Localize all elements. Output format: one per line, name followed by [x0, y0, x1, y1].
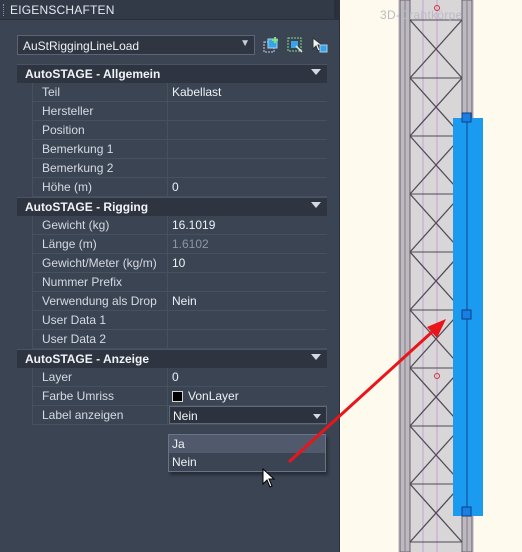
property-row-laenge[interactable]: Länge (m) 1.6102 — [17, 235, 327, 254]
visual-style-label[interactable]: 3D-Drahtkörper — [380, 8, 467, 22]
property-value[interactable] — [169, 159, 327, 177]
property-row-verwendung-drop[interactable]: Verwendung als Drop Nein — [17, 292, 327, 311]
grip-handle-top[interactable] — [461, 112, 472, 123]
chevron-down-icon: ▼ — [240, 38, 250, 49]
collapse-arrow-icon[interactable] — [311, 69, 321, 75]
object-type-select[interactable]: AuStRiggingLineLoad ▼ — [17, 35, 255, 55]
property-value-readonly: 1.6102 — [172, 237, 209, 251]
property-name: Nummer Prefix — [32, 273, 168, 291]
drawing-viewport[interactable]: 3D-Drahtkörper — [340, 0, 522, 552]
property-row-farbe-umriss[interactable]: Farbe Umriss VonLayer — [17, 387, 327, 406]
properties-palette: EIGENSCHAFTEN AuStRiggingLineLoad ▼ Auto… — [0, 0, 340, 552]
property-name: Verwendung als Drop — [32, 292, 168, 310]
quick-select-icon[interactable] — [286, 36, 304, 54]
dropdown-option-ja[interactable]: Ja — [169, 435, 325, 453]
property-value[interactable] — [169, 311, 327, 329]
property-value[interactable]: VonLayer — [169, 387, 327, 405]
property-row-nummer-prefix[interactable]: Nummer Prefix — [17, 273, 327, 292]
chevron-down-icon[interactable] — [313, 414, 321, 419]
property-row-teil[interactable]: Teil Kabellast — [17, 83, 327, 102]
collapse-arrow-icon[interactable] — [311, 354, 321, 360]
property-name: Bemerkung 1 — [32, 140, 168, 158]
property-name: Höhe (m) — [32, 178, 168, 196]
property-name: User Data 2 — [32, 330, 168, 348]
property-value[interactable]: Nein — [169, 292, 327, 310]
add-to-selection-icon[interactable] — [262, 36, 280, 54]
section-title: AutoSTAGE - Rigging — [25, 200, 149, 214]
property-value[interactable] — [169, 273, 327, 291]
property-row-bemerkung-1[interactable]: Bemerkung 1 — [17, 140, 327, 159]
dropdown-list: Ja Nein — [168, 434, 326, 472]
section-header-rigging[interactable]: AutoSTAGE - Rigging — [17, 197, 327, 216]
grip-handle-bottom[interactable] — [461, 506, 472, 517]
palette-titlebar[interactable]: EIGENSCHAFTEN — [0, 0, 340, 20]
label-anzeigen-select[interactable]: Nein — [169, 406, 327, 424]
property-name: Teil — [32, 83, 168, 101]
grip-handle-mid[interactable] — [461, 309, 472, 320]
property-value[interactable] — [169, 140, 327, 158]
truss-drawing — [398, 0, 483, 552]
property-row-position[interactable]: Position — [17, 121, 327, 140]
property-row-user-data-1[interactable]: User Data 1 — [17, 311, 327, 330]
property-row-bemerkung-2[interactable]: Bemerkung 2 — [17, 159, 327, 178]
property-name: User Data 1 — [32, 311, 168, 329]
property-value[interactable] — [169, 330, 327, 348]
property-row-user-data-2[interactable]: User Data 2 — [17, 330, 327, 349]
property-name: Länge (m) — [32, 235, 168, 253]
palette-title: EIGENSCHAFTEN — [10, 3, 115, 17]
collapse-arrow-icon[interactable] — [311, 202, 321, 208]
section-title: AutoSTAGE - Allgemein — [25, 67, 161, 81]
property-grid: AutoSTAGE - Allgemein Teil Kabellast Hers… — [17, 64, 327, 425]
property-row-gewicht[interactable]: Gewicht (kg) 16.1019 — [17, 216, 327, 235]
property-name: Bemerkung 2 — [32, 159, 168, 177]
property-row-label-anzeigen[interactable]: Label anzeigen Nein — [17, 406, 327, 425]
property-row-hoehe[interactable]: Höhe (m) 0 — [17, 178, 327, 197]
property-value[interactable]: 0 — [169, 178, 327, 196]
property-row-hersteller[interactable]: Hersteller — [17, 102, 327, 121]
toggle-pickadd-icon[interactable] — [310, 36, 328, 54]
property-name: Layer — [32, 368, 168, 386]
section-header-anzeige[interactable]: AutoSTAGE - Anzeige — [17, 349, 327, 368]
property-value[interactable]: 16.1019 — [169, 216, 327, 234]
property-name: Gewicht (kg) — [32, 216, 168, 234]
select-value: Nein — [173, 409, 198, 423]
color-value: VonLayer — [188, 389, 239, 403]
property-value[interactable]: 10 — [169, 254, 327, 272]
property-row-gewicht-meter[interactable]: Gewicht/Meter (kg/m) 10 — [17, 254, 327, 273]
property-name: Gewicht/Meter (kg/m) — [32, 254, 168, 272]
property-row-layer[interactable]: Layer 0 — [17, 368, 327, 387]
property-name: Label anzeigen — [32, 406, 168, 424]
mouse-pointer-icon — [262, 468, 276, 488]
dropdown-option-nein[interactable]: Nein — [169, 453, 325, 471]
section-header-allgemein[interactable]: AutoSTAGE - Allgemein — [17, 64, 327, 83]
property-value[interactable] — [169, 102, 327, 120]
property-value[interactable]: Kabellast — [169, 83, 327, 101]
property-name: Position — [32, 121, 168, 139]
section-title: AutoSTAGE - Anzeige — [25, 352, 149, 366]
property-name: Farbe Umriss — [32, 387, 168, 405]
property-name: Hersteller — [32, 102, 168, 120]
property-value[interactable] — [169, 121, 327, 139]
color-swatch-icon — [172, 391, 183, 402]
property-value[interactable]: 0 — [169, 368, 327, 386]
drag-grip-icon[interactable] — [3, 4, 7, 16]
object-type-value: AuStRiggingLineLoad — [23, 39, 140, 53]
